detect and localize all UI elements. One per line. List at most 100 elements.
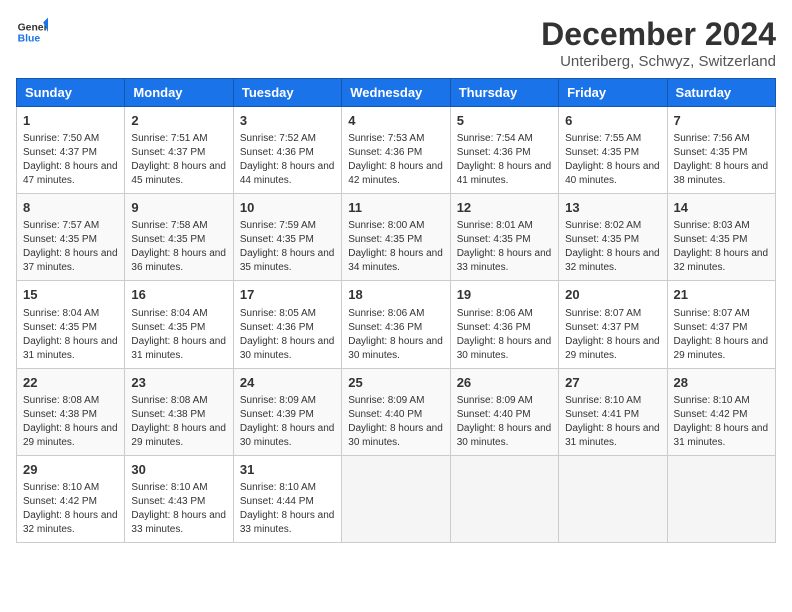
- sunset-label: Sunset: 4:35 PM: [23, 322, 97, 333]
- sunset-label: Sunset: 4:38 PM: [131, 409, 205, 420]
- daylight-label: Daylight: 8 hours and 37 minutes.: [23, 248, 118, 273]
- daylight-label: Daylight: 8 hours and 31 minutes.: [23, 336, 118, 361]
- calendar-cell: [559, 455, 667, 542]
- sunset-label: Sunset: 4:42 PM: [674, 409, 748, 420]
- sunrise-label: Sunrise: 8:09 AM: [457, 395, 533, 406]
- calendar-cell: [342, 455, 450, 542]
- svg-text:Blue: Blue: [18, 34, 41, 45]
- day-number: 12: [457, 199, 552, 217]
- calendar-header-row: SundayMondayTuesdayWednesdayThursdayFrid…: [17, 79, 776, 107]
- sunrise-label: Sunrise: 8:06 AM: [348, 308, 424, 319]
- calendar-cell: 19 Sunrise: 8:06 AM Sunset: 4:36 PM Dayl…: [450, 281, 558, 368]
- title-block: December 2024 Unteriberg, Schwyz, Switze…: [541, 16, 776, 70]
- calendar-week-row: 15 Sunrise: 8:04 AM Sunset: 4:35 PM Dayl…: [17, 281, 776, 368]
- day-number: 16: [131, 286, 226, 304]
- sunset-label: Sunset: 4:35 PM: [131, 234, 205, 245]
- sunrise-label: Sunrise: 8:10 AM: [131, 482, 207, 493]
- sunset-label: Sunset: 4:35 PM: [565, 234, 639, 245]
- calendar-cell: 15 Sunrise: 8:04 AM Sunset: 4:35 PM Dayl…: [17, 281, 125, 368]
- day-number: 26: [457, 374, 552, 392]
- calendar-cell: 25 Sunrise: 8:09 AM Sunset: 4:40 PM Dayl…: [342, 368, 450, 455]
- daylight-label: Daylight: 8 hours and 29 minutes.: [23, 423, 118, 448]
- daylight-label: Daylight: 8 hours and 29 minutes.: [674, 336, 769, 361]
- day-number: 18: [348, 286, 443, 304]
- sunrise-label: Sunrise: 8:10 AM: [23, 482, 99, 493]
- daylight-label: Daylight: 8 hours and 32 minutes.: [674, 248, 769, 273]
- calendar-cell: 22 Sunrise: 8:08 AM Sunset: 4:38 PM Dayl…: [17, 368, 125, 455]
- calendar-cell: 12 Sunrise: 8:01 AM Sunset: 4:35 PM Dayl…: [450, 194, 558, 281]
- sunrise-label: Sunrise: 8:08 AM: [23, 395, 99, 406]
- calendar-cell: [667, 455, 775, 542]
- sunrise-label: Sunrise: 7:51 AM: [131, 133, 207, 144]
- sunrise-label: Sunrise: 8:10 AM: [565, 395, 641, 406]
- day-number: 3: [240, 112, 335, 130]
- day-number: 24: [240, 374, 335, 392]
- sunrise-label: Sunrise: 8:09 AM: [240, 395, 316, 406]
- daylight-label: Daylight: 8 hours and 32 minutes.: [23, 510, 118, 535]
- day-number: 25: [348, 374, 443, 392]
- day-number: 13: [565, 199, 660, 217]
- day-number: 27: [565, 374, 660, 392]
- sunrise-label: Sunrise: 8:04 AM: [23, 308, 99, 319]
- daylight-label: Daylight: 8 hours and 30 minutes.: [348, 336, 443, 361]
- day-number: 8: [23, 199, 118, 217]
- calendar-cell: 18 Sunrise: 8:06 AM Sunset: 4:36 PM Dayl…: [342, 281, 450, 368]
- sunset-label: Sunset: 4:36 PM: [457, 322, 531, 333]
- daylight-label: Daylight: 8 hours and 30 minutes.: [457, 423, 552, 448]
- calendar-cell: 21 Sunrise: 8:07 AM Sunset: 4:37 PM Dayl…: [667, 281, 775, 368]
- main-title: December 2024: [541, 16, 776, 53]
- daylight-label: Daylight: 8 hours and 30 minutes.: [348, 423, 443, 448]
- sunset-label: Sunset: 4:41 PM: [565, 409, 639, 420]
- sunrise-label: Sunrise: 8:09 AM: [348, 395, 424, 406]
- daylight-label: Daylight: 8 hours and 33 minutes.: [240, 510, 335, 535]
- daylight-label: Daylight: 8 hours and 31 minutes.: [131, 336, 226, 361]
- sunrise-label: Sunrise: 8:10 AM: [674, 395, 750, 406]
- calendar-cell: 31 Sunrise: 8:10 AM Sunset: 4:44 PM Dayl…: [233, 455, 341, 542]
- calendar-cell: 10 Sunrise: 7:59 AM Sunset: 4:35 PM Dayl…: [233, 194, 341, 281]
- sunrise-label: Sunrise: 8:02 AM: [565, 220, 641, 231]
- daylight-label: Daylight: 8 hours and 30 minutes.: [457, 336, 552, 361]
- daylight-label: Daylight: 8 hours and 47 minutes.: [23, 161, 118, 186]
- calendar-cell: [450, 455, 558, 542]
- sunset-label: Sunset: 4:35 PM: [674, 234, 748, 245]
- day-number: 10: [240, 199, 335, 217]
- sunset-label: Sunset: 4:35 PM: [131, 322, 205, 333]
- day-number: 15: [23, 286, 118, 304]
- daylight-label: Daylight: 8 hours and 42 minutes.: [348, 161, 443, 186]
- day-number: 22: [23, 374, 118, 392]
- sunset-label: Sunset: 4:40 PM: [348, 409, 422, 420]
- sunset-label: Sunset: 4:35 PM: [23, 234, 97, 245]
- sunrise-label: Sunrise: 8:04 AM: [131, 308, 207, 319]
- daylight-label: Daylight: 8 hours and 29 minutes.: [131, 423, 226, 448]
- day-number: 20: [565, 286, 660, 304]
- day-number: 11: [348, 199, 443, 217]
- sunset-label: Sunset: 4:35 PM: [348, 234, 422, 245]
- sunrise-label: Sunrise: 8:08 AM: [131, 395, 207, 406]
- day-number: 14: [674, 199, 769, 217]
- sunset-label: Sunset: 4:37 PM: [674, 322, 748, 333]
- sunrise-label: Sunrise: 8:06 AM: [457, 308, 533, 319]
- day-number: 1: [23, 112, 118, 130]
- sunset-label: Sunset: 4:40 PM: [457, 409, 531, 420]
- sunrise-label: Sunrise: 7:56 AM: [674, 133, 750, 144]
- column-header-monday: Monday: [125, 79, 233, 107]
- calendar-cell: 23 Sunrise: 8:08 AM Sunset: 4:38 PM Dayl…: [125, 368, 233, 455]
- calendar-cell: 8 Sunrise: 7:57 AM Sunset: 4:35 PM Dayli…: [17, 194, 125, 281]
- sunrise-label: Sunrise: 8:10 AM: [240, 482, 316, 493]
- day-number: 7: [674, 112, 769, 130]
- calendar-cell: 30 Sunrise: 8:10 AM Sunset: 4:43 PM Dayl…: [125, 455, 233, 542]
- day-number: 5: [457, 112, 552, 130]
- daylight-label: Daylight: 8 hours and 30 minutes.: [240, 423, 335, 448]
- sunset-label: Sunset: 4:35 PM: [240, 234, 314, 245]
- calendar-cell: 28 Sunrise: 8:10 AM Sunset: 4:42 PM Dayl…: [667, 368, 775, 455]
- sunset-label: Sunset: 4:35 PM: [457, 234, 531, 245]
- daylight-label: Daylight: 8 hours and 31 minutes.: [674, 423, 769, 448]
- daylight-label: Daylight: 8 hours and 44 minutes.: [240, 161, 335, 186]
- sunset-label: Sunset: 4:39 PM: [240, 409, 314, 420]
- sunset-label: Sunset: 4:44 PM: [240, 496, 314, 507]
- day-number: 23: [131, 374, 226, 392]
- calendar-cell: 13 Sunrise: 8:02 AM Sunset: 4:35 PM Dayl…: [559, 194, 667, 281]
- daylight-label: Daylight: 8 hours and 30 minutes.: [240, 336, 335, 361]
- sunrise-label: Sunrise: 8:07 AM: [565, 308, 641, 319]
- daylight-label: Daylight: 8 hours and 31 minutes.: [565, 423, 660, 448]
